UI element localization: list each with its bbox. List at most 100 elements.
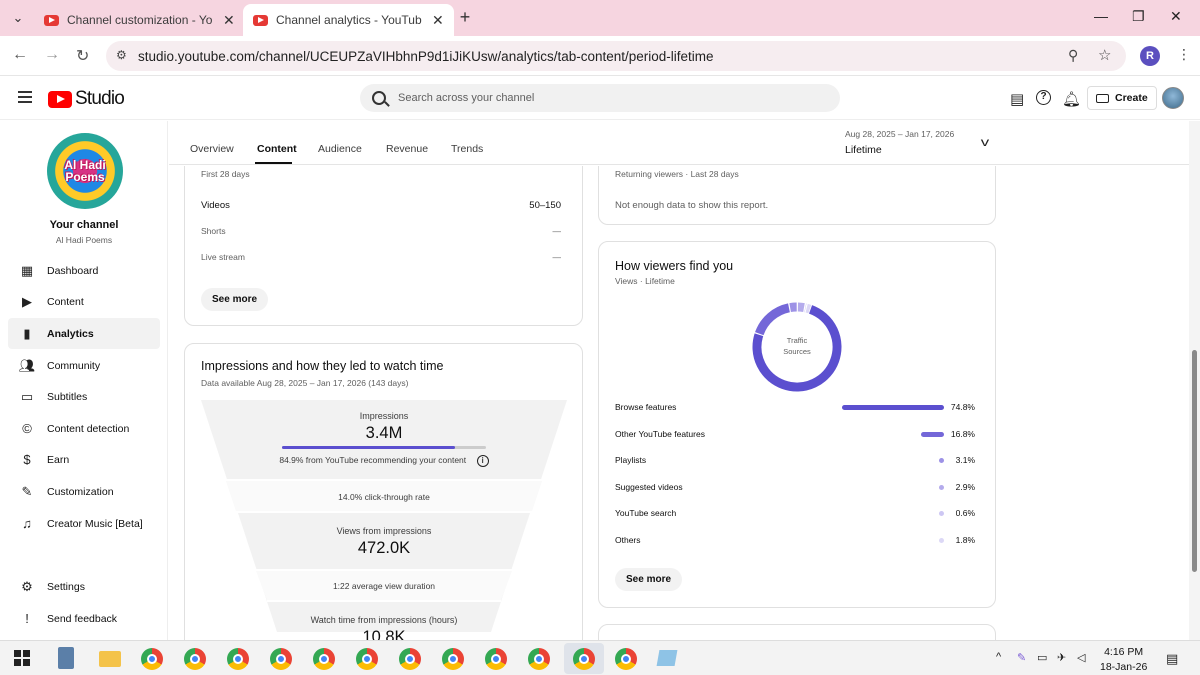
chrome-icon[interactable]: [313, 648, 335, 670]
content-type-row: Live stream —: [201, 252, 561, 262]
sidebar-item-analytics[interactable]: ▮ Analytics: [8, 318, 160, 349]
chevron-down-icon[interactable]: v: [981, 135, 989, 149]
chrome-icon[interactable]: [227, 648, 249, 670]
browser-menu-icon[interactable]: ⋮: [1177, 46, 1191, 63]
messages-icon[interactable]: ▤: [1010, 90, 1024, 108]
see-more-button[interactable]: See more: [201, 288, 269, 311]
sidebar-item-content-detection[interactable]: © Content detection: [8, 413, 160, 444]
tab-overview[interactable]: Overview: [190, 143, 234, 155]
notes-app-icon[interactable]: [656, 650, 678, 666]
help-icon[interactable]: ?: [1036, 90, 1051, 105]
period-selector[interactable]: Aug 28, 2025 – Jan 17, 2026 Lifetime: [845, 129, 954, 156]
card-subtitle: Data available Aug 28, 2025 – Jan 17, 20…: [201, 378, 409, 388]
close-window-icon[interactable]: ✕: [1170, 8, 1182, 25]
pen-icon[interactable]: ✎: [1017, 651, 1026, 664]
sidebar-item-label: Earn: [47, 453, 70, 466]
forward-arrow-icon[interactable]: →: [44, 46, 60, 64]
chevron-up-icon[interactable]: ^: [996, 651, 1001, 663]
channel-avatar[interactable]: Al Hadi Poems: [47, 133, 123, 209]
network-icon[interactable]: ✈: [1057, 651, 1066, 664]
empty-report-message: Not enough data to show this report.: [615, 200, 769, 211]
sidebar-item-label: Settings: [47, 580, 85, 593]
chrome-icon[interactable]: [270, 648, 292, 670]
battery-icon[interactable]: ▭: [1037, 651, 1047, 664]
traffic-source-bar: [939, 484, 944, 490]
browser-tab-customization[interactable]: Channel customization - YouTube Studio ✕: [34, 4, 245, 36]
bookmark-star-icon[interactable]: ☆: [1098, 46, 1111, 64]
menu-icon[interactable]: [18, 91, 32, 103]
minimize-icon[interactable]: —: [1094, 8, 1108, 24]
chrome-icon[interactable]: [184, 648, 206, 670]
close-tab-icon[interactable]: ✕: [432, 12, 444, 29]
search-bar[interactable]: [360, 84, 840, 112]
tab-trends[interactable]: Trends: [451, 143, 483, 155]
restore-icon[interactable]: ❐: [1132, 8, 1145, 25]
chrome-icon[interactable]: [442, 648, 464, 670]
site-info-icon[interactable]: ⚙: [116, 48, 127, 62]
sidebar-item-creator-music[interactable]: ♫ Creator Music [Beta]: [8, 508, 160, 539]
windows-start-icon[interactable]: [14, 650, 30, 666]
sidebar-item-earn[interactable]: $ Earn: [8, 444, 160, 475]
file-explorer-icon[interactable]: [99, 651, 121, 667]
back-arrow-icon[interactable]: ←: [12, 46, 28, 64]
chrome-icon[interactable]: [528, 648, 550, 670]
chrome-icon[interactable]: [399, 648, 421, 670]
traffic-source-pct: 74.8%: [950, 402, 975, 412]
traffic-source-row: Playlists 3.1%: [615, 455, 979, 469]
browser-profile-avatar[interactable]: R: [1140, 46, 1160, 66]
tab-audience[interactable]: Audience: [318, 143, 362, 155]
traffic-source-name: Suggested videos: [615, 481, 683, 492]
chrome-icon[interactable]: [141, 648, 163, 670]
traffic-source-row: Others 1.8%: [615, 535, 979, 549]
youtube-favicon-icon: [44, 14, 59, 26]
sidebar-item-dashboard[interactable]: ▦ Dashboard: [8, 255, 160, 286]
create-button[interactable]: Create: [1087, 86, 1157, 110]
volume-icon[interactable]: ◁: [1077, 651, 1085, 664]
search-input[interactable]: [398, 92, 798, 104]
tab-revenue[interactable]: Revenue: [386, 143, 428, 155]
sidebar-item-content[interactable]: ▶︎ Content: [8, 286, 160, 317]
traffic-source-bar: [921, 431, 944, 437]
studio-logo[interactable]: Studio: [48, 88, 125, 110]
sidebar-item-customization[interactable]: ✎ Customization: [8, 476, 160, 507]
chrome-icon[interactable]: [356, 648, 378, 670]
tab-content[interactable]: Content: [257, 143, 297, 155]
sidebar-item-community[interactable]: 👥︎ Community: [8, 350, 160, 381]
url-omnibox[interactable]: ⚙ studio.youtube.com/channel/UCEUPZaVIHb…: [106, 41, 1126, 71]
youtube-favicon-icon: [253, 14, 268, 26]
card-title: How viewers find you: [615, 259, 734, 273]
scrollbar-thumb[interactable]: [1192, 350, 1197, 572]
browser-tab-strip: ⌄ Channel customization - YouTube Studio…: [0, 0, 1200, 36]
zoom-icon[interactable]: ⚲: [1068, 47, 1078, 64]
chrome-icon[interactable]: [485, 648, 507, 670]
notifications-bell-icon[interactable]: 🔔︎: [1062, 90, 1081, 108]
channel-name: Al Hadi Poems: [55, 235, 113, 245]
traffic-source-row: YouTube search 0.6%: [615, 508, 979, 522]
sidebar-item-label: Subtitles: [47, 390, 88, 403]
recommended-share-text: 84.9% from YouTube recommending your con…: [201, 455, 567, 467]
chrome-icon[interactable]: [615, 648, 637, 670]
clock-time: 4:16 PM: [1104, 646, 1144, 658]
calculator-icon[interactable]: [58, 647, 74, 669]
sidebar: Al Hadi Poems Your channel Al Hadi Poems…: [0, 121, 168, 640]
close-tab-icon[interactable]: ✕: [223, 12, 235, 29]
tab-search-chevron-icon[interactable]: ⌄: [8, 8, 28, 28]
taskbar-clock[interactable]: 4:16 PM 18-Jan-26: [1100, 645, 1147, 675]
content-type-row: Videos 50–150: [201, 200, 561, 211]
sidebar-item-settings[interactable]: ⚙ Settings: [8, 571, 160, 602]
subtitles-icon: ▭: [20, 388, 34, 404]
search-icon[interactable]: [372, 91, 386, 105]
traffic-source-bar: [939, 537, 944, 543]
new-tab-button[interactable]: +: [455, 7, 475, 27]
sidebar-item-subtitles[interactable]: ▭ Subtitles: [8, 381, 160, 412]
traffic-source-name: Other YouTube features: [615, 428, 705, 439]
browser-tab-analytics[interactable]: Channel analytics - YouTube Studio ✕: [243, 4, 454, 36]
notifications-icon[interactable]: ▤: [1166, 651, 1178, 667]
info-icon[interactable]: i: [476, 455, 489, 467]
sidebar-item-send-feedback[interactable]: ! Send feedback: [8, 603, 160, 634]
chrome-icon[interactable]: [573, 648, 595, 670]
account-avatar[interactable]: [1162, 87, 1184, 109]
traffic-source-pct: 2.9%: [955, 481, 975, 492]
see-more-button[interactable]: See more: [615, 568, 683, 591]
reload-icon[interactable]: ↻: [76, 46, 89, 66]
